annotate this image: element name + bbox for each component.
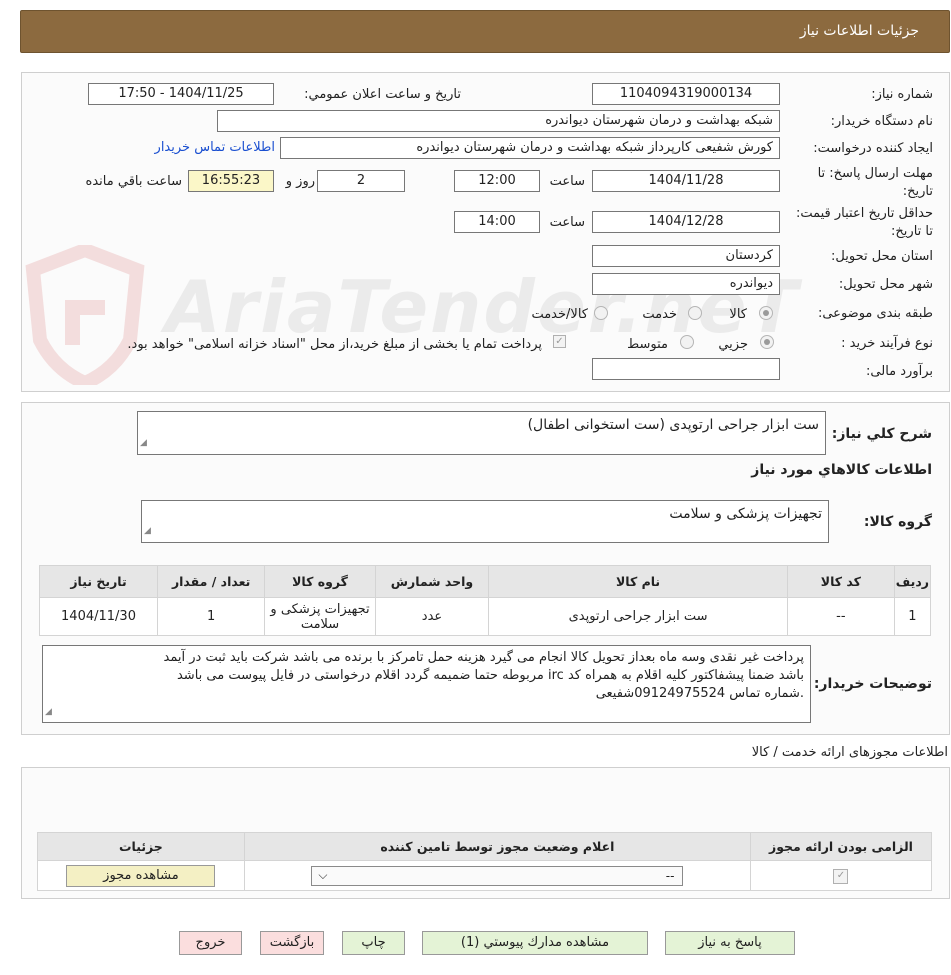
city-label: شهر محل تحویل: <box>838 277 933 292</box>
days-label: روز و <box>285 174 315 189</box>
process-medium-label: متوسط <box>627 337 668 352</box>
validity-time-label: ساعت <box>549 215 585 230</box>
category-service-label: خدمت <box>642 307 677 322</box>
goods-group-textarea[interactable]: تجهیزات پزشکی و سلامت ◢ <box>141 500 829 543</box>
remaining-time-field: 16:55:23 <box>188 170 274 192</box>
cell-row: 1 <box>893 597 932 636</box>
deadline-time-field: 12:00 <box>454 170 540 192</box>
buyer-notes-line-3: .شماره تماس 09124975524شفیعی <box>595 686 804 701</box>
back-button[interactable]: بازگشت <box>260 931 324 955</box>
license-status-value: -- <box>665 868 675 883</box>
col-name: نام کالا <box>488 565 788 598</box>
payment-note: پرداخت تمام یا بخشی از مبلغ خرید،از محل … <box>127 337 542 352</box>
goods-table: ردیف کد کالا نام کالا واحد شمارش گروه کا… <box>38 565 932 636</box>
license-status-cell: ⌵ -- <box>243 860 751 891</box>
license-required-cell: ✓ <box>749 860 933 891</box>
category-label: طبقه بندی موضوعی: <box>817 306 933 321</box>
treasury-payment-checkbox[interactable]: ✓ <box>553 335 566 348</box>
resize-grip-icon[interactable]: ◢ <box>144 522 151 541</box>
col-qty: تعداد / مقدار <box>157 565 266 598</box>
deadline-date-field: 1404/11/28 <box>592 170 780 192</box>
province-label: استان محل تحویل: <box>831 249 933 264</box>
licenses-section-title: اطلاعات مجوزهای ارائه خدمت / کالا <box>751 745 948 760</box>
col-row: ردیف <box>893 565 932 598</box>
licenses-table: الزامی بودن ارائه مجوز اعلام وضعیت مجوز … <box>37 832 933 891</box>
resize-grip-icon[interactable]: ◢ <box>45 703 52 721</box>
days-count-field: 2 <box>317 170 405 192</box>
buyer-notes-textarea[interactable]: پرداخت غیر نقدی وسه ماه بعداز تحویل کالا… <box>42 645 811 723</box>
license-required-checkbox: ✓ <box>833 869 849 884</box>
process-small-radio[interactable] <box>760 335 774 349</box>
table-row: ✓ ⌵ -- مشاهده مجوز <box>37 860 933 891</box>
buyer-org-label: نام دستگاه خریدار: <box>830 114 933 129</box>
goods-info-title: اطلاعات کالاهاي مورد نیاز <box>751 462 932 478</box>
remaining-label: ساعت باقي مانده <box>85 174 182 189</box>
cell-name: ست ابزار جراحی ارتوپدی <box>488 597 788 636</box>
view-attachments-button[interactable]: مشاهده مدارك پیوستي (1) <box>422 931 648 955</box>
col-date: تاریخ نیاز <box>38 565 159 598</box>
need-number-field: 1104094319000134 <box>592 83 780 105</box>
summary-textarea[interactable]: ست ابزار جراحی ارتوپدی (ست استخوانی اطفا… <box>137 411 826 455</box>
col-license-required: الزامی بودن ارائه مجوز <box>749 832 933 861</box>
view-license-button[interactable]: مشاهده مجوز <box>66 864 216 887</box>
resize-grip-icon[interactable]: ◢ <box>140 434 147 453</box>
announce-field: 1404/11/25 - 17:50 <box>88 83 274 105</box>
cell-date: 1404/11/30 <box>38 597 159 636</box>
summary-text: ست ابزار جراحی ارتوپدی (ست استخوانی اطفا… <box>527 417 819 433</box>
estimate-label: برآورد مالی: <box>866 364 933 379</box>
validity-label: حداقل تاریخ اعتبار قیمت: تا تاریخ: <box>795 206 933 239</box>
col-group: گروه کالا <box>264 565 376 598</box>
buyer-org-field: شبکه بهداشت و درمان شهرستان دیواندره <box>217 110 780 132</box>
page-header: جزئیات اطلاعات نیاز <box>20 10 950 53</box>
col-license-details: جزئیات <box>37 832 245 861</box>
cell-group: تجهیزات پزشکی و سلامت <box>264 597 376 636</box>
print-button[interactable]: چاپ <box>342 931 405 955</box>
city-field: دیواندره <box>592 273 780 295</box>
category-goods-radio[interactable] <box>759 306 773 320</box>
announce-label: تاریخ و ساعت اعلان عمومي: <box>304 87 461 102</box>
province-field: کردستان <box>592 245 780 267</box>
deadline-time-label: ساعت <box>549 174 585 189</box>
chevron-down-icon: ⌵ <box>318 867 328 882</box>
creator-field: کورش شفیعی کارپرداز شبکه بهداشت و درمان … <box>280 137 780 159</box>
col-unit: واحد شمارش <box>374 565 490 598</box>
buyer-notes-label: توضیحات خریدار: <box>813 676 932 692</box>
license-details-cell: مشاهده مجوز <box>37 860 245 891</box>
cell-code: -- <box>786 597 895 636</box>
buyer-notes-line-1: پرداخت غیر نقدی وسه ماه بعداز تحویل کالا… <box>163 650 804 665</box>
need-number-label: شماره نیاز: <box>871 87 933 102</box>
contact-buyer-link[interactable]: اطلاعات تماس خریدار <box>155 140 275 155</box>
license-status-select[interactable]: ⌵ -- <box>311 865 684 886</box>
validity-date-field: 1404/12/28 <box>592 211 780 233</box>
col-license-status: اعلام وضعیت مجوز توسط تامین کننده <box>243 832 751 861</box>
deadline-label: مهلت ارسال پاسخ: تا تاریخ: <box>817 166 933 199</box>
cell-qty: 1 <box>157 597 266 636</box>
process-label: نوع فرآیند خرید : <box>841 336 933 351</box>
goods-group-label: گروه کالا: <box>863 514 932 530</box>
estimate-field <box>592 358 780 380</box>
buyer-notes-line-2: باشد ضمنا پیشفاکتور کلیه اقلام به همراه … <box>176 668 804 683</box>
cell-unit: عدد <box>374 597 490 636</box>
reply-to-need-button[interactable]: پاسخ به نیاز <box>665 931 795 955</box>
summary-label: شرح کلي نیاز: <box>831 426 932 442</box>
category-both-radio[interactable] <box>594 306 608 320</box>
process-medium-radio[interactable] <box>680 335 694 349</box>
col-code: کد کالا <box>786 565 895 598</box>
exit-button[interactable]: خروج <box>179 931 242 955</box>
process-small-label: جزیي <box>718 337 748 352</box>
validity-time-field: 14:00 <box>454 211 540 233</box>
table-row: 1 -- ست ابزار جراحی ارتوپدی عدد تجهیزات … <box>38 597 932 636</box>
page-title: جزئیات اطلاعات نیاز <box>799 23 919 39</box>
creator-label: ایجاد کننده درخواست: <box>813 141 933 156</box>
category-service-radio[interactable] <box>688 306 702 320</box>
category-both-label: کالا/خدمت <box>531 307 588 322</box>
goods-group-text: تجهیزات پزشکی و سلامت <box>669 506 822 522</box>
category-goods-label: کالا <box>729 307 747 322</box>
